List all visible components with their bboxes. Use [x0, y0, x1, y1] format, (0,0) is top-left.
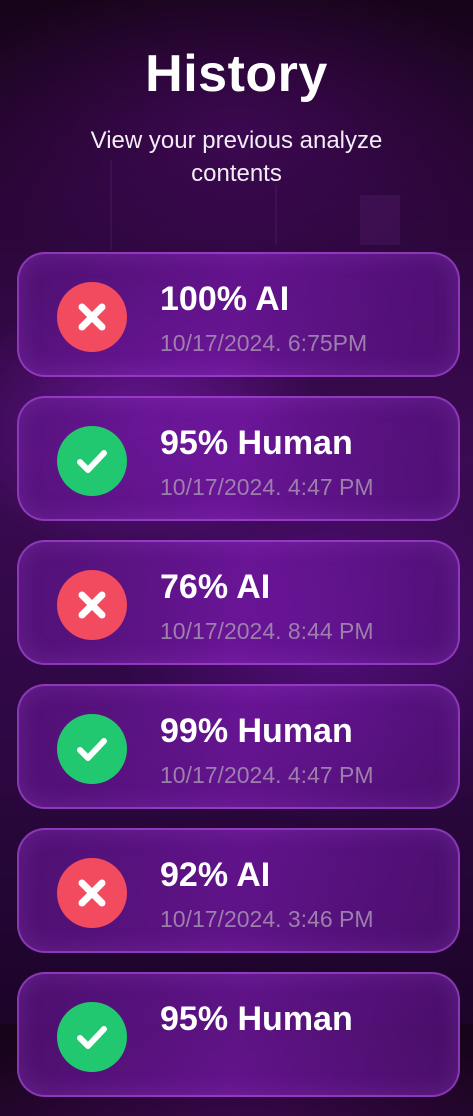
check-icon [57, 426, 127, 496]
history-result: 95% Human [160, 1000, 353, 1038]
history-card[interactable]: 92% AI 10/17/2024. 3:46 PM [17, 828, 460, 953]
history-result: 76% AI [160, 568, 271, 606]
page-subtitle: View your previous analyze contents [90, 127, 383, 187]
history-timestamp: 10/17/2024. 4:47 PM [160, 474, 374, 500]
history-timestamp: 10/17/2024. 4:47 PM [160, 762, 374, 788]
page-title: History [145, 45, 328, 103]
history-card[interactable]: 99% Human 10/17/2024. 4:47 PM [17, 684, 460, 809]
history-timestamp: 10/17/2024. 8:44 PM [160, 618, 374, 644]
history-card[interactable]: 100% AI 10/17/2024. 6:75PM [17, 252, 460, 377]
history-result: 99% Human [160, 712, 353, 750]
background-grid-line [360, 195, 400, 245]
history-result: 95% Human [160, 424, 353, 462]
history-timestamp: 10/17/2024. 6:75PM [160, 330, 368, 356]
history-list: 100% AI 10/17/2024. 6:75PM 95% Human 10/… [17, 252, 460, 1116]
x-icon [57, 282, 127, 352]
page-header: History View your previous analyze conte… [0, 40, 473, 190]
x-icon [57, 570, 127, 640]
history-result: 92% AI [160, 856, 271, 894]
history-result: 100% AI [160, 280, 290, 318]
history-card[interactable]: 95% Human [17, 972, 460, 1097]
history-card[interactable]: 95% Human 10/17/2024. 4:47 PM [17, 396, 460, 521]
background-grid-line [275, 185, 277, 245]
check-icon [57, 1002, 127, 1072]
history-timestamp: 10/17/2024. 3:46 PM [160, 906, 374, 932]
x-icon [57, 858, 127, 928]
history-card[interactable]: 76% AI 10/17/2024. 8:44 PM [17, 540, 460, 665]
check-icon [57, 714, 127, 784]
